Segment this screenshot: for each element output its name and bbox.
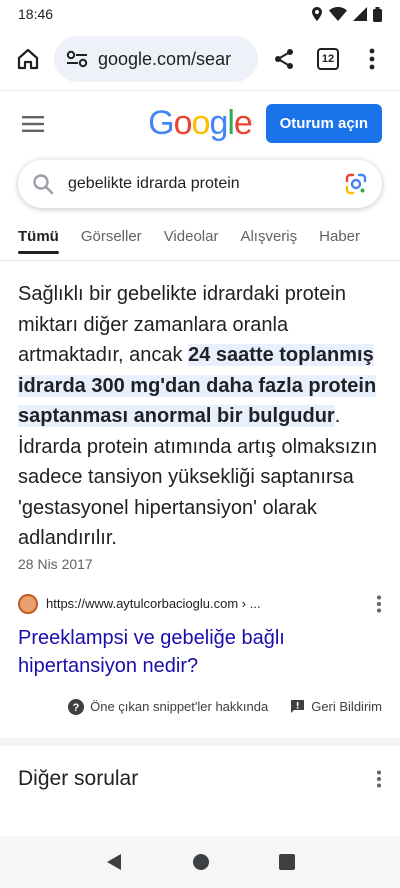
featured-snippet: Sağlıklı bir gebelikte idrardaki protein… <box>0 261 400 680</box>
tab-images[interactable]: Görseller <box>81 212 142 260</box>
search-icon <box>33 174 54 195</box>
home-icon <box>17 48 39 70</box>
more-vert-icon <box>369 48 375 70</box>
location-icon <box>312 7 322 21</box>
back-icon[interactable] <box>105 853 123 871</box>
google-logo[interactable]: Google <box>148 104 253 143</box>
home-nav-icon[interactable] <box>193 854 209 870</box>
search-input[interactable]: gebelikte idrarda protein <box>68 175 330 193</box>
more-questions-title: Diğer sorular <box>18 766 139 790</box>
help-icon: ? <box>68 698 85 715</box>
tab-shopping[interactable]: Alışveriş <box>240 212 297 260</box>
status-time: 18:46 <box>18 6 54 22</box>
svg-text:?: ? <box>73 702 80 714</box>
battery-icon <box>373 6 382 22</box>
about-snippets-link[interactable]: ? Öne çıkan snippet'ler hakkında <box>68 698 269 715</box>
status-icons <box>311 6 382 22</box>
site-favicon-icon <box>18 593 38 614</box>
snippet-text: Sağlıklı bir gebelikte idrardaki protein… <box>18 279 382 554</box>
snippet-date: 28 Nis 2017 <box>18 555 93 572</box>
search-tabs: Tümü Görseller Videolar Alışveriş Haber <box>0 212 400 260</box>
feedback-icon <box>291 700 305 713</box>
system-nav-bar <box>0 836 400 888</box>
status-bar: 18:46 <box>0 0 400 28</box>
menu-icon <box>22 115 44 132</box>
more-options-icon[interactable] <box>376 770 382 788</box>
url-text: google.com/sear <box>98 48 232 69</box>
recents-icon[interactable] <box>279 854 295 870</box>
tab-switcher-button[interactable]: 12 <box>310 41 346 77</box>
tab-videos[interactable]: Videolar <box>164 212 219 260</box>
search-bar[interactable]: gebelikte idrarda protein <box>18 160 382 208</box>
about-snippets-label: Öne çıkan snippet'ler hakkında <box>90 699 269 714</box>
browser-menu-button[interactable] <box>354 41 390 77</box>
share-button[interactable] <box>266 41 302 77</box>
more-options-icon[interactable] <box>376 595 382 613</box>
section-divider <box>0 737 400 746</box>
signin-button[interactable]: Oturum açın <box>265 104 382 143</box>
feedback-label: Geri Bildirim <box>311 699 382 714</box>
tab-news[interactable]: Haber <box>319 212 360 260</box>
result-title-link[interactable]: Preeklampsi ve gebeliğe bağlı hipertansi… <box>18 624 382 680</box>
home-button[interactable] <box>10 41 46 77</box>
signal-icon <box>353 7 367 21</box>
tab-all[interactable]: Tümü <box>18 212 59 260</box>
address-bar[interactable]: google.com/sear <box>54 36 258 82</box>
source-row: https://www.aytulcorbacioglu.com › ... <box>18 593 382 614</box>
share-icon <box>275 49 293 69</box>
hamburger-menu-button[interactable] <box>18 109 48 139</box>
google-header: Google Oturum açın <box>0 90 400 156</box>
feedback-link[interactable]: Geri Bildirim <box>290 699 382 714</box>
lens-icon[interactable] <box>344 172 368 196</box>
wifi-icon <box>329 7 347 21</box>
more-questions-header: Diğer sorular <box>0 746 400 812</box>
source-url[interactable]: https://www.aytulcorbacioglu.com › ... <box>46 596 368 611</box>
browser-toolbar: google.com/sear 12 <box>0 28 400 90</box>
snippet-footer: ? Öne çıkan snippet'ler hakkında Geri Bi… <box>0 680 400 720</box>
tab-count: 12 <box>317 48 339 70</box>
site-settings-icon <box>66 50 88 68</box>
